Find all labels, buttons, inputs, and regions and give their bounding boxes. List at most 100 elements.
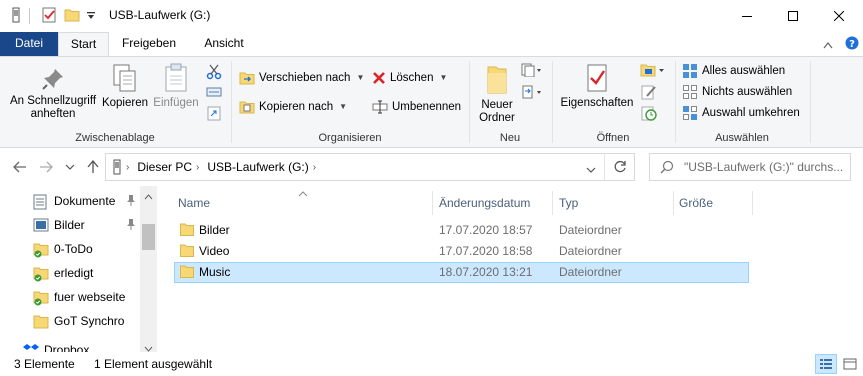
pin-icon[interactable] [126, 218, 136, 233]
new-folder-icon[interactable] [64, 7, 80, 26]
address-bar[interactable]: › Dieser PC › USB-Laufwerk (G:) › [105, 153, 635, 181]
new-folder-button[interactable]: Neuer Ordner [474, 63, 520, 125]
nav-item-got-synchro[interactable]: GoT Synchro [0, 310, 140, 332]
file-row[interactable]: Video 17.07.2020 18:58 Dateiordner [174, 241, 749, 262]
select-all-button[interactable]: Alles auswählen [682, 61, 785, 81]
recent-locations-button[interactable] [61, 158, 79, 176]
copy-to-icon [239, 101, 255, 114]
history-icon[interactable] [641, 105, 657, 124]
up-button[interactable] [84, 158, 102, 176]
documents-icon [33, 194, 47, 213]
copy-to-label: Kopieren nach [259, 101, 334, 113]
breadcrumb-usb-drive[interactable]: USB-Laufwerk (G:) [207, 160, 308, 174]
nav-item-erledigt[interactable]: erledigt [0, 262, 140, 284]
scroll-up-icon[interactable] [144, 189, 153, 203]
details-view-button[interactable] [815, 354, 837, 374]
customize-quick-access-icon[interactable] [86, 10, 96, 24]
folder-sync-icon [33, 242, 49, 261]
chevron-down-icon: ▼ [439, 73, 448, 82]
search-box[interactable]: "USB-Laufwerk (G:)" durchs... [649, 153, 851, 181]
column-header-date[interactable]: Änderungsdatum [439, 191, 530, 215]
column-separator[interactable] [432, 191, 433, 215]
invert-selection-button[interactable]: Auswahl umkehren [682, 103, 800, 123]
file-type: Dateiordner [559, 244, 622, 258]
open-icon[interactable] [640, 63, 666, 80]
maximize-icon [788, 11, 798, 21]
status-bar: 3 Elemente 1 Element ausgewählt [0, 352, 863, 376]
minimize-icon [742, 16, 752, 17]
address-dropdown-icon[interactable] [586, 163, 596, 177]
refresh-icon[interactable] [613, 160, 627, 177]
column-separator[interactable] [552, 191, 553, 215]
properties-icon[interactable] [41, 7, 57, 26]
folder-icon [180, 223, 194, 239]
file-name: Video [199, 244, 230, 258]
pin-icon [42, 69, 63, 90]
file-name: Music [199, 265, 231, 279]
collapse-ribbon-icon[interactable] [823, 38, 833, 52]
delete-icon [373, 72, 385, 84]
large-icons-view-button[interactable] [839, 354, 861, 374]
pin-quick-access-button[interactable]: An Schnellzugriff anheften [4, 67, 102, 121]
organize-group-label: Organisieren [318, 132, 382, 144]
pin-icon[interactable] [126, 194, 136, 209]
pin-quick-access-label: An Schnellzugriff anheften [9, 95, 97, 120]
copy-path-icon[interactable] [206, 86, 222, 101]
chevron-down-icon: ▼ [356, 73, 365, 82]
copy-to-button[interactable]: Kopieren nach ▼ [239, 97, 347, 117]
column-separator[interactable] [752, 191, 753, 215]
address-divider [604, 154, 605, 180]
drive-icon[interactable] [10, 7, 22, 26]
search-placeholder: "USB-Laufwerk (G:)" durchs... [684, 160, 844, 174]
nav-item-documents[interactable]: Dokumente [0, 190, 140, 212]
column-header-type[interactable]: Typ [559, 191, 578, 215]
status-selection: 1 Element ausgewählt [94, 357, 213, 371]
column-header-size[interactable]: Größe [679, 191, 713, 215]
move-to-button[interactable]: Verschieben nach ▼ [239, 68, 364, 88]
nav-scrollbar[interactable] [140, 186, 157, 356]
column-header-name[interactable]: Name [178, 191, 210, 215]
nav-item-0-todo[interactable]: 0-ToDo [0, 238, 140, 260]
tab-file[interactable]: Datei [0, 32, 58, 56]
new-item-icon[interactable] [521, 63, 543, 80]
address-row: › Dieser PC › USB-Laufwerk (G:) › "USB-L… [0, 148, 863, 186]
breadcrumb-this-pc[interactable]: Dieser PC [137, 160, 192, 174]
paste-button[interactable]: Einfügen [152, 63, 200, 110]
delete-button[interactable]: Löschen ▼ [372, 68, 447, 88]
move-to-label: Verschieben nach [259, 72, 351, 84]
tab-start[interactable]: Start [58, 32, 109, 57]
copy-button[interactable]: Kopieren [100, 63, 150, 110]
invert-selection-label: Auswahl umkehren [702, 107, 800, 119]
properties-button[interactable]: Eigenschaften [558, 63, 636, 110]
forward-button[interactable] [37, 158, 55, 176]
help-icon[interactable]: ? [845, 36, 859, 53]
status-item-count: 3 Elemente [14, 357, 75, 371]
close-button[interactable] [816, 0, 862, 32]
nav-item-fuer-webseite[interactable]: fuer webseite [0, 286, 140, 308]
maximize-button[interactable] [770, 0, 816, 32]
group-separator [675, 61, 676, 143]
file-type: Dateiordner [559, 265, 622, 279]
select-none-button[interactable]: Nichts auswählen [682, 82, 792, 102]
forward-arrow-icon [40, 161, 53, 173]
edit-icon[interactable] [641, 84, 657, 103]
select-all-icon [683, 64, 697, 78]
minimize-button[interactable] [724, 0, 770, 32]
tab-view[interactable]: Ansicht [193, 32, 255, 56]
easy-access-icon[interactable] [521, 85, 543, 102]
nav-item-pictures[interactable]: Bilder [0, 214, 140, 236]
breadcrumb-separator: › [196, 161, 200, 173]
ribbon-tabs: Datei Start Freigeben Ansicht ? [0, 32, 863, 57]
rename-button[interactable]: Umbenennen [372, 97, 461, 117]
column-separator[interactable] [673, 191, 674, 215]
select-all-label: Alles auswählen [702, 65, 786, 77]
file-row[interactable]: Bilder 17.07.2020 18:57 Dateiordner [174, 220, 749, 241]
back-button[interactable] [11, 158, 29, 176]
cut-icon[interactable] [206, 64, 222, 83]
file-row-selected[interactable]: Music 18.07.2020 13:21 Dateiordner [174, 262, 749, 283]
nav-scrollbar-thumb[interactable] [142, 224, 155, 250]
chevron-down-icon [65, 164, 75, 170]
drive-icon [112, 159, 122, 175]
paste-shortcut-icon[interactable] [207, 105, 221, 124]
tab-share[interactable]: Freigeben [113, 32, 185, 56]
